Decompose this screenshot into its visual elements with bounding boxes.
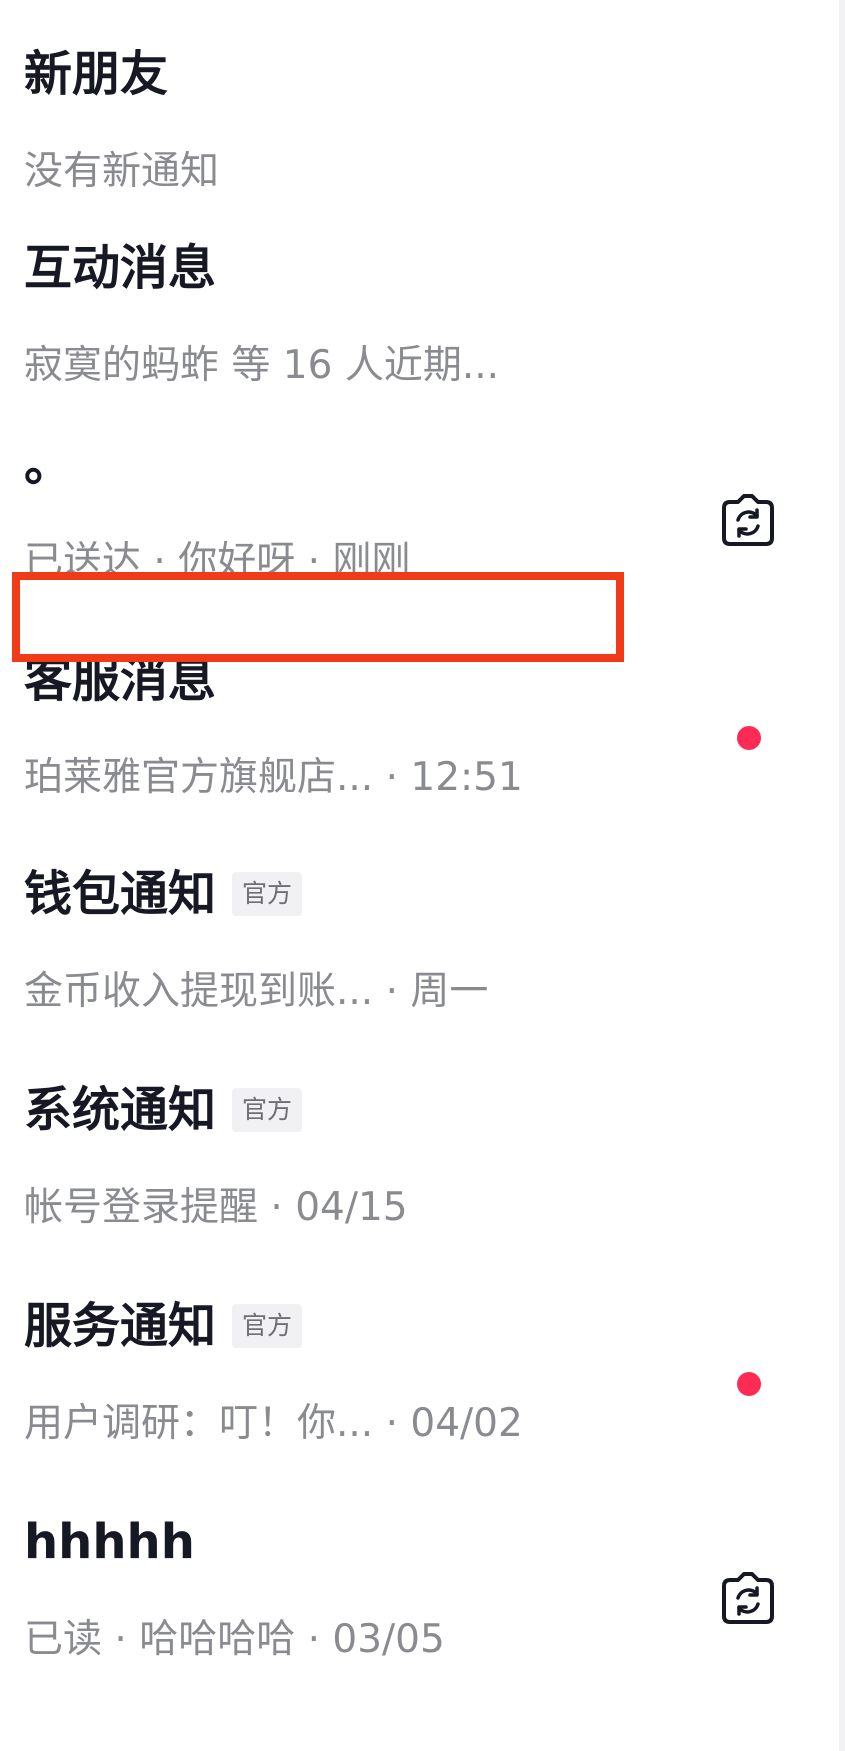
item-title: 服务通知 官方 — [24, 1296, 303, 1356]
item-subtitle: 珀莱雅官方旗舰店... · 12:51 — [24, 755, 523, 800]
unread-dot — [737, 726, 761, 750]
item-title-text: 系统通知 — [24, 1082, 217, 1138]
item-subtitle: 没有新通知 — [24, 149, 220, 194]
right-edge-divider — [839, 0, 845, 1751]
item-subtitle: 用户调研：叮！你... · 04/02 — [24, 1401, 523, 1446]
list-item-wallet[interactable]: 钱包通知 官方 金币收入提现到账... · 周一 — [0, 820, 845, 1036]
item-title: 。 — [24, 436, 73, 492]
item-title-text: 服务通知 — [24, 1298, 217, 1354]
list-item-new-friends[interactable]: 新朋友 没有新通知 — [0, 0, 845, 216]
item-subtitle: 金币收入提现到账... · 周一 — [24, 969, 489, 1014]
item-title: 钱包通知 官方 — [24, 864, 303, 924]
list-item-system[interactable]: 系统通知 官方 帐号登录提醒 · 04/15 — [0, 1036, 845, 1252]
item-title: hhhhh — [24, 1514, 195, 1570]
item-subtitle: 已读 · 哈哈哈哈 · 03/05 — [24, 1617, 445, 1662]
item-title: 互动消息 — [24, 240, 217, 296]
sync-camera-icon[interactable] — [716, 490, 780, 554]
official-badge: 官方 — [232, 1088, 303, 1132]
official-badge: 官方 — [232, 1304, 303, 1348]
list-item-hhhhh[interactable]: hhhhh 已读 · 哈哈哈哈 · 03/05 — [0, 1468, 845, 1684]
list-item-service[interactable]: 服务通知 官方 用户调研：叮！你... · 04/02 — [0, 1252, 845, 1468]
sync-camera-icon[interactable] — [716, 1568, 780, 1632]
official-badge: 官方 — [232, 872, 303, 916]
list-item-interactions[interactable]: 互动消息 寂寞的蚂蚱 等 16 人近期... — [0, 194, 845, 410]
item-subtitle: 帐号登录提醒 · 04/15 — [24, 1185, 408, 1230]
message-list-page: 新朋友 没有新通知 互动消息 寂寞的蚂蚱 等 16 人近期... 。 已送达 ·… — [0, 0, 845, 1751]
item-subtitle: 寂寞的蚂蚱 等 16 人近期... — [24, 343, 500, 388]
item-title-text: 钱包通知 — [24, 866, 217, 922]
item-title: 系统通知 官方 — [24, 1080, 303, 1140]
item-title: 新朋友 — [24, 46, 169, 102]
unread-dot — [737, 1372, 761, 1396]
highlight-box — [12, 572, 624, 662]
